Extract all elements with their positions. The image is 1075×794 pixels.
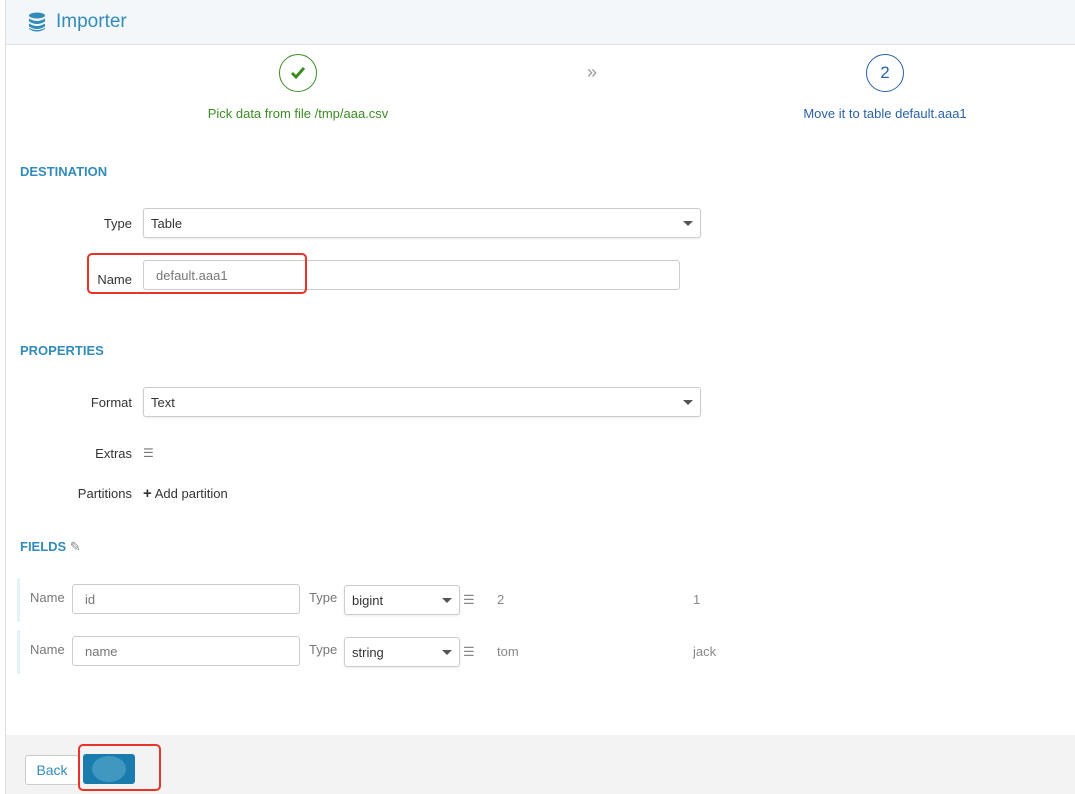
field-type-select[interactable]: string — [344, 637, 460, 667]
caret-down-icon — [442, 597, 452, 603]
type-label: Type — [103, 216, 132, 231]
field-name-label: Name — [30, 642, 65, 657]
edit-icon[interactable]: ✎ — [70, 539, 81, 554]
step-2[interactable]: 2 Move it to table default.aaa1 — [765, 54, 1005, 121]
sample-value: jack — [693, 644, 717, 659]
fields-heading: FIELDS ✎ — [20, 539, 81, 555]
format-select[interactable]: Text — [143, 387, 701, 417]
caret-down-icon — [683, 399, 693, 405]
format-label: Format — [90, 395, 132, 410]
step-1-label: Pick data from file /tmp/aaa.csv — [207, 106, 389, 121]
fields-heading-text: FIELDS — [20, 539, 67, 554]
type-select[interactable]: Table — [143, 208, 701, 238]
format-value: Text — [151, 394, 175, 410]
highlight-box — [78, 744, 161, 791]
sample-value: 1 — [693, 592, 701, 607]
footer — [6, 735, 1075, 794]
add-partition-label: Add partition — [154, 486, 228, 501]
field-row — [17, 630, 20, 674]
field-type-value: bigint — [352, 592, 384, 608]
database-icon — [29, 12, 45, 32]
step-1[interactable]: Pick data from file /tmp/aaa.csv — [178, 54, 418, 121]
left-border — [5, 0, 6, 794]
sliders-icon[interactable]: ☰ — [463, 644, 475, 660]
step-2-label: Move it to table default.aaa1 — [803, 106, 967, 121]
type-value: Table — [151, 215, 183, 231]
sample-value: tom — [497, 644, 519, 659]
sliders-icon[interactable]: ☰ — [463, 592, 475, 608]
sliders-icon[interactable]: ☰ — [143, 446, 154, 460]
check-icon — [279, 54, 317, 92]
back-button[interactable]: Back — [25, 755, 79, 785]
field-type-label: Type — [309, 590, 338, 605]
step-2-number: 2 — [866, 54, 904, 92]
field-row — [17, 578, 20, 622]
header: Importer — [6, 0, 1075, 45]
field-type-select[interactable]: bigint — [344, 585, 460, 615]
chevron-double-right-icon: » — [587, 62, 598, 82]
field-type-label: Type — [309, 642, 338, 657]
partitions-label: Partitions — [77, 486, 132, 501]
caret-down-icon — [683, 220, 693, 226]
plus-icon: + — [143, 485, 152, 502]
destination-heading: DESTINATION — [20, 164, 108, 179]
page-title: Importer — [56, 11, 127, 32]
extras-label: Extras — [95, 446, 132, 461]
sample-value: 2 — [497, 592, 505, 607]
field-type-value: string — [352, 644, 384, 660]
properties-heading: PROPERTIES — [20, 343, 104, 358]
highlight-box — [87, 253, 307, 294]
field-name-label: Name — [30, 590, 65, 605]
caret-down-icon — [442, 649, 452, 655]
add-partition-button[interactable]: + Add partition — [143, 485, 228, 502]
field-name-input[interactable] — [72, 584, 300, 614]
field-name-input[interactable] — [72, 636, 300, 666]
